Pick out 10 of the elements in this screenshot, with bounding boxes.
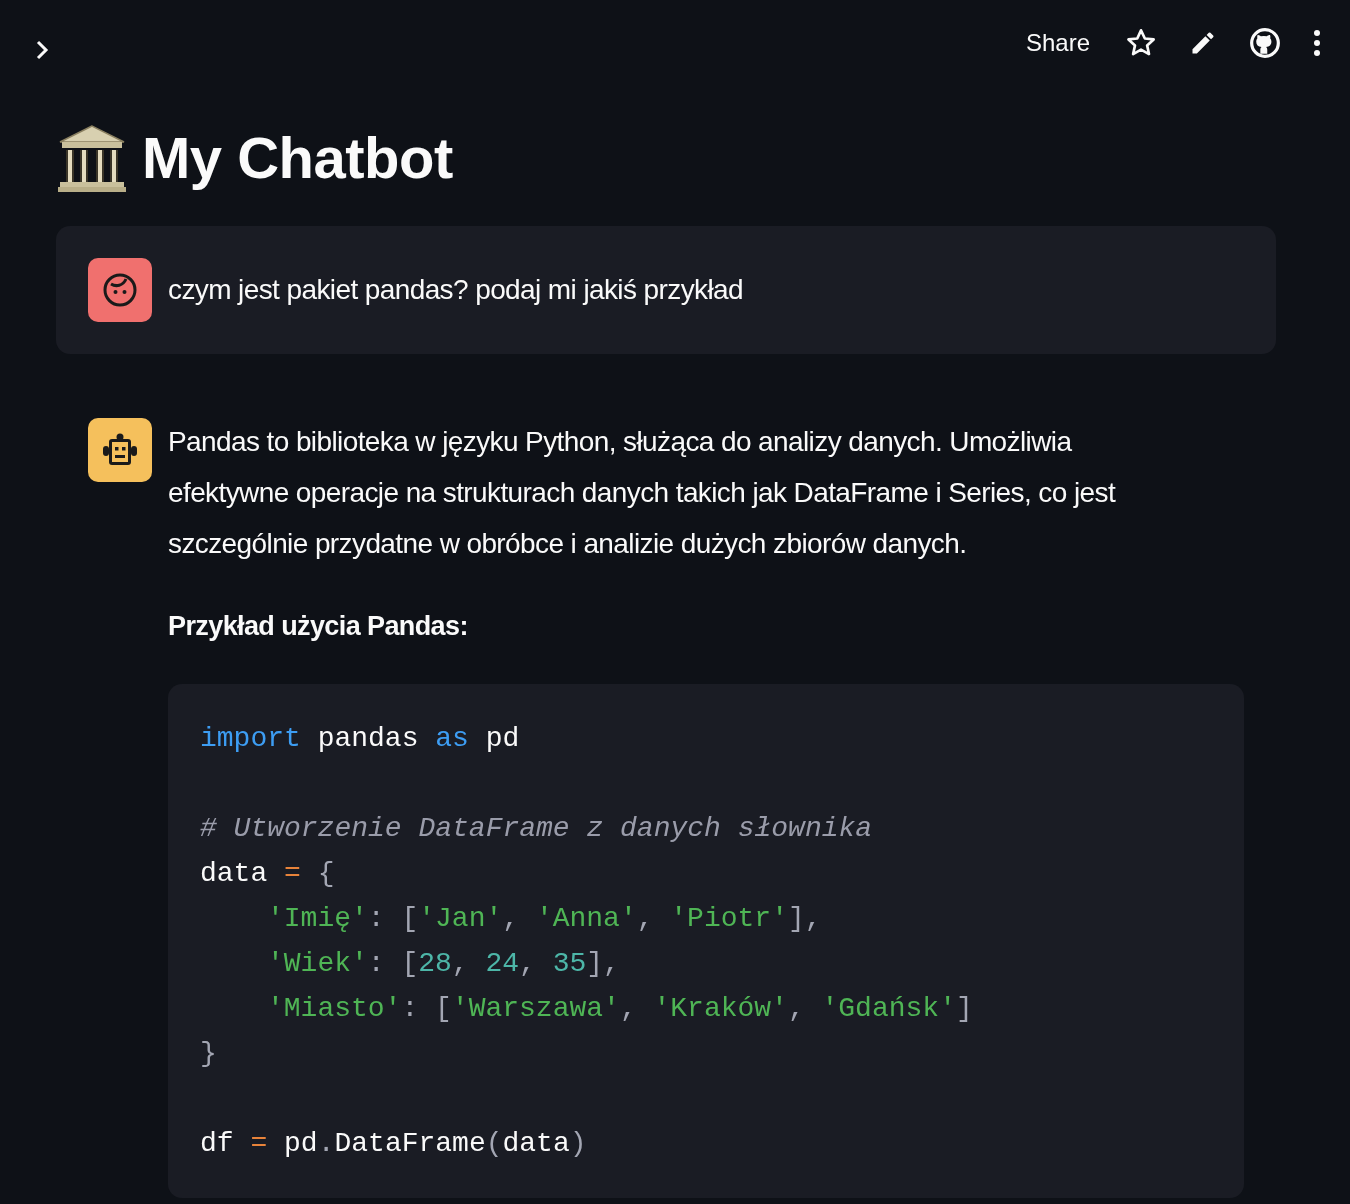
github-icon[interactable] xyxy=(1248,26,1282,60)
message-text: Pandas to biblioteka w języku Python, służąca do analizy danych. Umożliwia efektywne operacje na strukturach danych takich jak DataFrame i Series, co jest szczególnie przydatne w obróbce i analizie dużych zbiorów danych. xyxy=(168,425,1117,561)
code-block: import pandas as pd # Utworzenie DataFrame z danych słownika data = { 'Imię': ['Jan', 'Anna', 'Piotr'], 'Wiek': [28, 24, 35], 'Miasto': ['Warszawa', 'Kraków', 'Gdańsk'] } df = pd.DataFrame(data) xyxy=(168,684,1244,1198)
section-heading: Przykład użycia Pandas: xyxy=(168,610,469,643)
more-menu-icon[interactable] xyxy=(1312,28,1322,58)
robot-icon xyxy=(101,433,139,467)
share-button[interactable]: Share xyxy=(1021,25,1094,61)
message-text: czym jest pakiet pandas? podaj mi jakiś przykład xyxy=(168,273,745,307)
classical-building-icon xyxy=(56,122,128,194)
face-icon xyxy=(102,272,138,308)
